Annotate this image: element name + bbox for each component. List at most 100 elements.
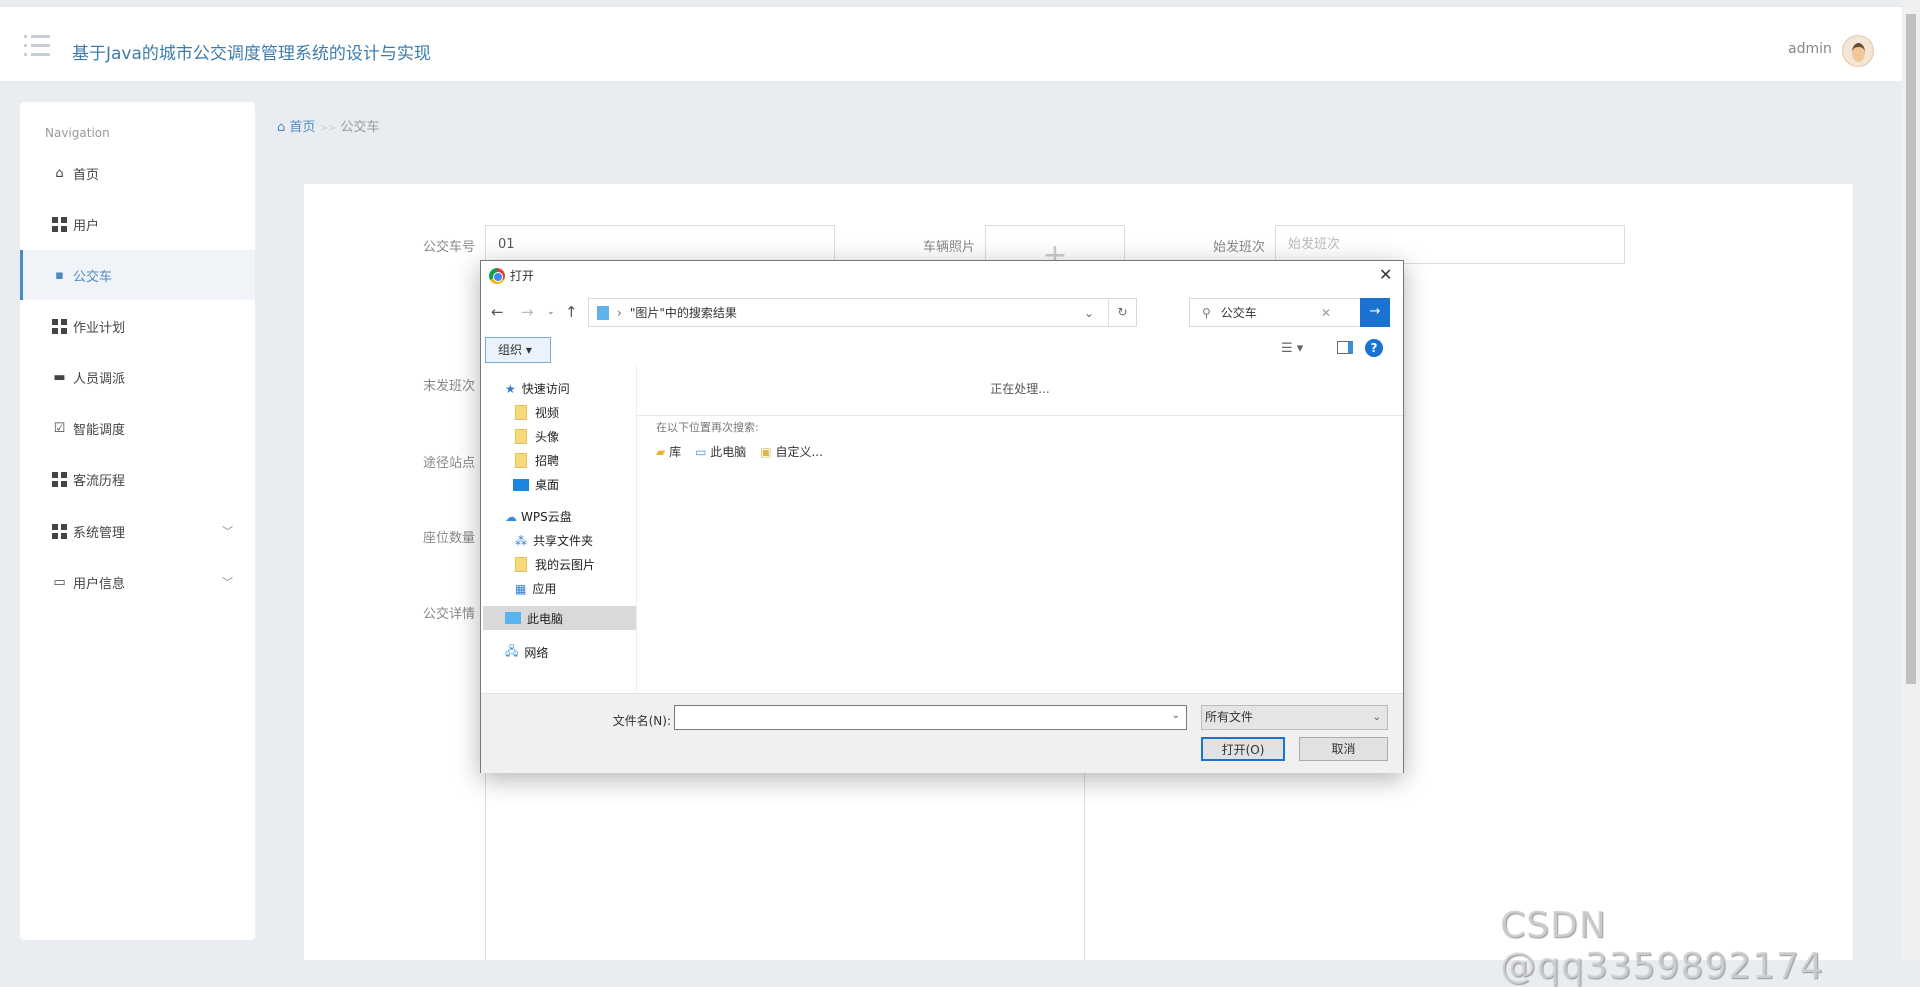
location-this-pc[interactable]: ▭ 此电脑 — [695, 443, 746, 460]
open-button[interactable]: 打开(O) — [1201, 737, 1285, 761]
folder-icon — [515, 557, 527, 572]
stops-label: 途径站点 — [422, 456, 475, 471]
share-icon: ⁂ — [515, 533, 527, 548]
username[interactable]: admin — [1788, 41, 1832, 57]
folder-icon — [515, 405, 527, 420]
search-icon: ⚲ — [1202, 305, 1211, 320]
organize-button[interactable]: 组织 ▾ — [485, 337, 551, 363]
detail-label: 公交详情 — [422, 607, 475, 622]
sidebar-item-label: 用户 — [73, 218, 100, 234]
refresh-icon[interactable]: ↻ — [1108, 299, 1136, 326]
processing-status: 正在处理... — [637, 366, 1403, 416]
sidebar-item-smart-dispatch[interactable]: ☑ 智能调度 — [20, 403, 255, 453]
sidebar-item-label: 客流历程 — [73, 473, 126, 489]
location-library[interactable]: ▰ 库 — [656, 443, 681, 460]
sidebar-item-home[interactable]: ⌂ 首页 — [20, 148, 255, 198]
card-icon: ▭ — [53, 574, 66, 590]
watermark: CSDN @qq3359892174 — [1500, 905, 1824, 987]
folder-icon — [515, 453, 527, 468]
preview-pane-icon[interactable] — [1337, 341, 1353, 354]
navigation-pane: ★ 快速访问 视频 头像 招聘 桌面 ☁ WPS云盘 ⁂ 共享文件夹 我的云图片 ▦ 应… — [483, 366, 637, 691]
tree-item-quick-access[interactable]: ★ 快速访问 — [505, 380, 570, 397]
dialog-title: 打开 — [510, 269, 535, 283]
grid-icon — [52, 523, 67, 539]
search-locations: ▰ 库 ▭ 此电脑 ▣ 自定义... — [656, 443, 823, 460]
scrollbar-thumb[interactable] — [1906, 14, 1916, 684]
tree-item-network[interactable]: 🖧 网络 — [505, 642, 548, 663]
up-icon[interactable]: ↑ — [565, 303, 578, 321]
sidebar-item-user-info[interactable]: ▭ 用户信息 ﹀ — [20, 557, 255, 607]
cancel-button[interactable]: 取消 — [1299, 737, 1388, 761]
recent-chevron-icon[interactable]: ⌄ — [547, 307, 555, 317]
tree-item-wps-cloud[interactable]: ☁ WPS云盘 — [505, 508, 572, 525]
tree-item-apps[interactable]: ▦ 应用 — [515, 580, 556, 597]
library-icon — [597, 305, 609, 320]
location-custom[interactable]: ▣ 自定义... — [760, 443, 823, 460]
sidebar-item-bus[interactable]: ▪ 公交车 — [20, 250, 255, 300]
path-separator-icon: › — [617, 305, 622, 320]
chat-icon: ▪ — [55, 267, 64, 283]
sidebar-item-label: 人员调派 — [73, 371, 126, 387]
sidebar-item-label: 系统管理 — [73, 525, 126, 541]
grid-icon — [52, 471, 67, 487]
address-dropdown-icon[interactable]: ⌄ — [1084, 306, 1108, 320]
view-options-icon[interactable]: ☰ ▾ — [1281, 341, 1303, 356]
pc-icon — [505, 612, 521, 624]
nav-heading: Navigation — [45, 126, 110, 140]
search-input[interactable]: ⚲ 公交车 ✕ — [1189, 298, 1372, 327]
bus-no-input[interactable]: 01 — [485, 225, 835, 264]
tree-item-cloud-pictures[interactable]: 我的云图片 — [515, 556, 595, 573]
first-trip-label: 始发班次 — [1212, 240, 1265, 255]
sidebar-item-label: 用户信息 — [73, 576, 126, 592]
first-trip-input[interactable]: 始发班次 — [1275, 225, 1625, 264]
network-icon: 🖧 — [505, 644, 519, 658]
app-title: 基于Java的城市公交调度管理系统的设计与实现 — [72, 44, 431, 64]
pc-icon: ▭ — [695, 445, 707, 459]
dialog-titlebar: 打开 — [489, 267, 534, 284]
tree-item-videos[interactable]: 视频 — [515, 404, 559, 421]
photo-label: 车辆照片 — [922, 240, 975, 255]
menu-toggle-icon[interactable] — [24, 35, 50, 57]
tree-item-this-pc[interactable]: 此电脑 — [483, 606, 636, 630]
chevron-down-icon[interactable]: ⌄ — [1172, 710, 1180, 721]
tree-item-avatars[interactable]: 头像 — [515, 428, 559, 445]
close-icon[interactable]: ✕ — [1379, 265, 1392, 284]
apps-icon: ▦ — [515, 581, 527, 596]
detail-editor[interactable] — [485, 760, 1085, 960]
address-path: "图片"中的搜索结果 — [629, 306, 737, 320]
last-trip-label: 末发班次 — [422, 379, 475, 394]
top-header: 基于Java的城市公交调度管理系统的设计与实现 admin — [0, 6, 1902, 81]
sidebar-item-work-plan[interactable]: 作业计划 — [20, 301, 255, 351]
help-icon[interactable]: ? — [1365, 339, 1383, 357]
breadcrumb-home[interactable]: ⌂ 首页 — [277, 120, 315, 135]
search-go-button[interactable]: → — [1360, 298, 1390, 327]
avatar[interactable] — [1842, 35, 1874, 67]
tree-item-recruit[interactable]: 招聘 — [515, 452, 559, 469]
chevron-down-icon: ⌄ — [1372, 712, 1381, 723]
library-icon: ▰ — [656, 445, 666, 459]
forward-icon[interactable]: → — [521, 303, 534, 321]
filename-input[interactable]: ⌄ — [674, 705, 1187, 730]
folder-icon — [515, 429, 527, 444]
address-bar[interactable]: › "图片"中的搜索结果 ⌄ ↻ — [588, 298, 1137, 327]
tree-item-desktop[interactable]: 桌面 — [513, 476, 559, 493]
clear-icon[interactable]: ✕ — [1321, 306, 1331, 320]
filename-label: 文件名(N): — [612, 714, 671, 728]
sidebar-item-passenger-flow[interactable]: 客流历程 — [20, 454, 255, 504]
filetype-select[interactable]: 所有文件 ⌄ — [1201, 705, 1388, 730]
home-icon: ⌂ — [55, 165, 64, 181]
desktop-icon — [513, 478, 529, 491]
sidebar-item-staff-dispatch[interactable]: ▬ 人员调派 — [20, 352, 255, 402]
back-icon[interactable]: ← — [491, 303, 504, 321]
clipboard-icon: ☑ — [53, 420, 66, 436]
cloud-icon: ☁ — [505, 509, 517, 524]
sidebar-item-system[interactable]: 系统管理 ﹀ — [20, 506, 255, 556]
search-again-label: 在以下位置再次搜索: — [656, 421, 759, 434]
sidebar-item-users[interactable]: 用户 — [20, 199, 255, 249]
chrome-icon — [489, 267, 505, 284]
custom-icon: ▣ — [760, 445, 772, 459]
tree-item-shared[interactable]: ⁂ 共享文件夹 — [515, 532, 593, 549]
sidebar-item-label: 作业计划 — [73, 320, 126, 336]
briefcase-icon: ▬ — [53, 369, 66, 385]
breadcrumb: ⌂ 首页 >> 公交车 — [277, 116, 379, 135]
